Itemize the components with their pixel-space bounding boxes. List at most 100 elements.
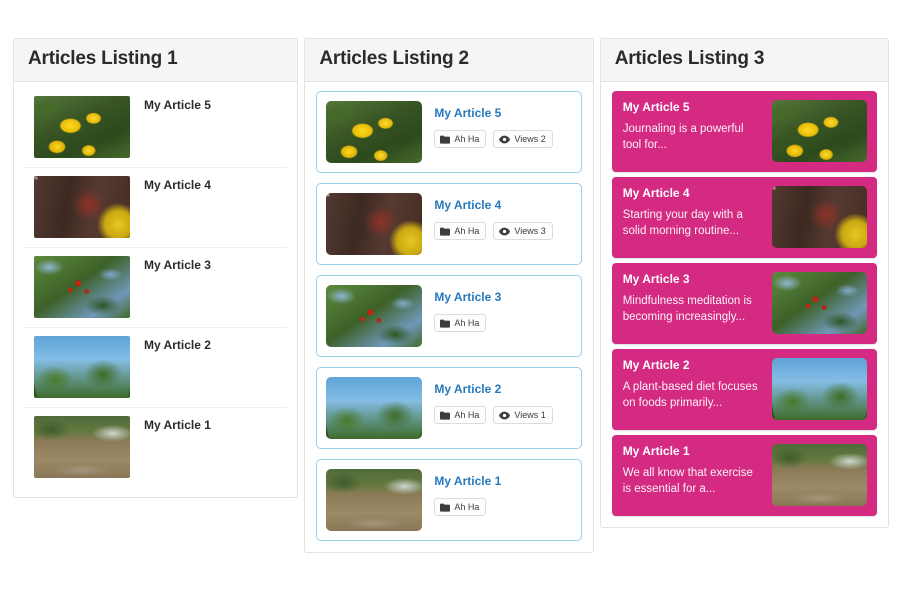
panel-2-list: My Article 5 Ah Ha Views 2 My Article 4 …	[305, 82, 592, 552]
panel-1-header: Articles Listing 1	[14, 39, 298, 82]
list-item[interactable]: My Article 5 Ah Ha Views 2	[316, 90, 582, 173]
category-badge[interactable]: Ah Ha	[434, 313, 487, 333]
list-item[interactable]: My Article 4	[24, 168, 288, 248]
category-badge[interactable]: Ah Ha	[434, 221, 487, 241]
list-item[interactable]: My Article 3 Ah Ha	[316, 274, 582, 357]
eye-icon	[499, 227, 511, 236]
article-content: My Article 4 Starting your day with a so…	[623, 186, 772, 240]
article-thumbnail	[772, 271, 868, 334]
list-item[interactable]: My Article 2 A plant-based diet focuses …	[611, 348, 878, 430]
panel-articles-listing-3: Articles Listing 3 My Article 5 Journali…	[599, 38, 890, 528]
folder-icon	[440, 503, 451, 512]
list-item[interactable]: My Article 5 Journaling is a powerful to…	[611, 90, 878, 172]
views-badge[interactable]: Views 3	[493, 221, 553, 241]
category-badge-label: Ah Ha	[454, 133, 480, 144]
list-item[interactable]: My Article 5	[24, 88, 288, 168]
panel-2-header: Articles Listing 2	[305, 39, 593, 82]
article-title[interactable]: My Article 5	[434, 106, 570, 121]
list-item[interactable]: My Article 4 Starting your day with a so…	[611, 176, 878, 258]
article-thumbnail	[772, 443, 868, 506]
article-thumbnail	[772, 185, 868, 248]
article-badges: Ah Ha Views 2	[434, 129, 570, 149]
panel-3-list: My Article 5 Journaling is a powerful to…	[601, 82, 888, 527]
views-badge[interactable]: Views 2	[493, 129, 553, 149]
list-item[interactable]: My Article 1	[24, 408, 287, 487]
article-thumbnail	[34, 415, 130, 478]
category-badge[interactable]: Ah Ha	[434, 129, 487, 149]
article-thumbnail	[326, 284, 423, 347]
page-root: Articles Listing 1 My Article 5 My Artic…	[0, 0, 900, 600]
category-badge-label: Ah Ha	[454, 317, 480, 328]
article-excerpt: Starting your day with a solid morning r…	[622, 209, 743, 238]
category-badge[interactable]: Ah Ha	[434, 405, 487, 425]
article-badges: Ah Ha Views 3	[434, 221, 570, 241]
article-thumbnail	[34, 175, 130, 238]
views-badge-label: Views 3	[514, 225, 546, 236]
list-item[interactable]: My Article 1 We all know that exercise i…	[611, 434, 878, 516]
article-title[interactable]: My Article 1	[144, 416, 211, 434]
article-badges: Ah Ha	[434, 313, 570, 333]
article-title[interactable]: My Article 5	[144, 96, 211, 114]
article-content: My Article 3 Ah Ha	[434, 285, 570, 333]
page-title: Articles Listing 1	[28, 48, 178, 69]
article-title[interactable]: My Article 5	[623, 100, 764, 116]
article-thumbnail	[326, 468, 423, 531]
article-title[interactable]: My Article 3	[623, 272, 764, 288]
folder-icon	[440, 227, 451, 236]
article-title[interactable]: My Article 3	[144, 256, 211, 274]
views-badge[interactable]: Views 1	[493, 405, 553, 425]
listings-columns: Articles Listing 1 My Article 5 My Artic…	[13, 38, 890, 553]
panel-3-header: Articles Listing 3	[600, 39, 889, 82]
article-content: My Article 5 Ah Ha Views 2	[434, 101, 570, 149]
article-content: My Article 1 Ah Ha	[434, 469, 570, 517]
article-excerpt: A plant-based diet focuses on foods prim…	[622, 381, 758, 410]
article-title[interactable]: My Article 4	[434, 198, 570, 213]
article-content: My Article 4 Ah Ha Views 3	[434, 193, 570, 241]
article-thumbnail	[34, 255, 130, 318]
category-badge[interactable]: Ah Ha	[434, 497, 487, 517]
article-thumbnail	[772, 357, 868, 420]
eye-icon	[499, 135, 511, 144]
article-badges: Ah Ha	[434, 497, 570, 517]
category-badge-label: Ah Ha	[454, 501, 480, 512]
list-item[interactable]: My Article 2	[24, 328, 288, 408]
views-badge-label: Views 2	[514, 133, 546, 144]
folder-icon	[440, 411, 451, 420]
article-badges: Ah Ha Views 1	[434, 405, 570, 425]
list-item[interactable]: My Article 4 Ah Ha Views 3	[316, 182, 582, 265]
folder-icon	[440, 319, 451, 328]
article-thumbnail	[772, 99, 868, 162]
article-thumbnail	[326, 376, 423, 439]
article-title[interactable]: My Article 2	[144, 336, 211, 354]
eye-icon	[499, 411, 511, 420]
article-title[interactable]: My Article 3	[434, 290, 570, 305]
list-item[interactable]: My Article 3 Mindfulness meditation is b…	[611, 262, 878, 344]
category-badge-label: Ah Ha	[454, 409, 480, 420]
article-content: My Article 1 We all know that exercise i…	[623, 444, 772, 498]
article-title[interactable]: My Article 4	[144, 176, 211, 194]
list-item[interactable]: My Article 1 Ah Ha	[316, 458, 582, 541]
page-title: Articles Listing 2	[319, 48, 469, 69]
article-content: My Article 5 Journaling is a powerful to…	[623, 100, 772, 154]
article-thumbnail	[326, 192, 423, 255]
article-title[interactable]: My Article 4	[623, 186, 764, 202]
article-excerpt: Mindfulness meditation is becoming incre…	[622, 295, 752, 324]
page-title: Articles Listing 3	[614, 48, 765, 69]
article-excerpt: Journaling is a powerful tool for...	[622, 123, 744, 152]
views-badge-label: Views 1	[514, 409, 546, 420]
list-item[interactable]: My Article 3	[24, 248, 288, 328]
category-badge-label: Ah Ha	[454, 225, 480, 236]
article-excerpt: We all know that exercise is essential f…	[622, 467, 753, 496]
panel-articles-listing-1: Articles Listing 1 My Article 5 My Artic…	[13, 38, 299, 498]
article-title[interactable]: My Article 2	[623, 358, 764, 374]
list-item[interactable]: My Article 2 Ah Ha Views 1	[316, 366, 582, 449]
folder-icon	[440, 135, 451, 144]
article-title[interactable]: My Article 1	[623, 444, 764, 460]
article-thumbnail	[34, 95, 130, 158]
article-content: My Article 2 Ah Ha Views 1	[434, 377, 570, 425]
article-title[interactable]: My Article 1	[434, 474, 570, 489]
article-content: My Article 2 A plant-based diet focuses …	[623, 358, 772, 412]
article-content: My Article 3 Mindfulness meditation is b…	[623, 272, 772, 326]
article-title[interactable]: My Article 2	[434, 382, 570, 397]
panel-articles-listing-2: Articles Listing 2 My Article 5 Ah Ha Vi…	[304, 38, 594, 553]
